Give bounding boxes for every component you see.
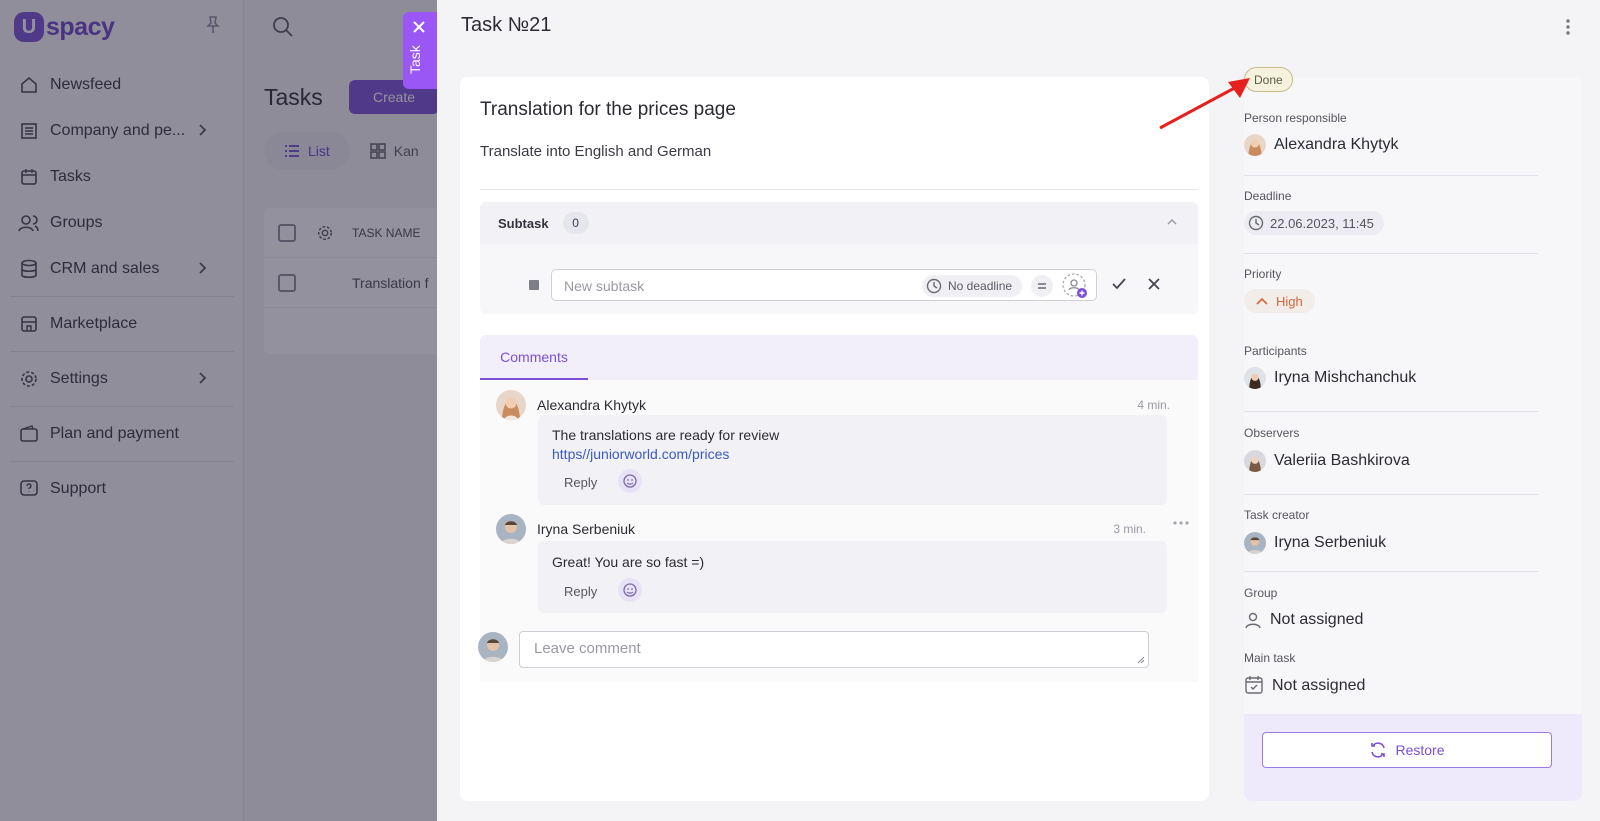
- field-label: Observers: [1244, 426, 1300, 440]
- avatar[interactable]: [496, 514, 526, 544]
- divider: [1244, 571, 1538, 572]
- task-content-card: Translation for the prices page Translat…: [460, 77, 1209, 801]
- restore-footer: Restore: [1244, 714, 1582, 801]
- refresh-icon: [1371, 742, 1386, 758]
- avatar[interactable]: [1244, 532, 1266, 554]
- restore-label: Restore: [1395, 742, 1445, 758]
- assign-user-icon[interactable]: [1062, 273, 1088, 299]
- deadline-chip[interactable]: 22.06.2023, 11:45: [1244, 211, 1384, 235]
- comment-author[interactable]: Alexandra Khytyk: [537, 397, 646, 413]
- subtask-label: Subtask: [498, 215, 549, 231]
- divider: [480, 189, 1198, 190]
- field-label: Deadline: [1244, 189, 1292, 203]
- main-task-value[interactable]: Not assigned: [1272, 677, 1365, 695]
- chevron-up-icon[interactable]: [1166, 218, 1178, 226]
- current-user-avatar: [478, 632, 508, 662]
- field-label: Participants: [1244, 344, 1307, 358]
- new-subtask-row: No deadline: [480, 269, 1198, 301]
- divider: [1244, 411, 1538, 412]
- task-tab-label: Task: [407, 45, 423, 74]
- field-label: Task creator: [1244, 508, 1310, 522]
- avatar[interactable]: [496, 390, 526, 420]
- priority-equal-icon[interactable]: [1031, 275, 1053, 297]
- divider: [1244, 494, 1538, 495]
- comment-box: [519, 631, 1149, 668]
- priority-value: High: [1276, 293, 1303, 309]
- priority-chip[interactable]: High: [1244, 289, 1315, 313]
- group-value[interactable]: Not assigned: [1270, 611, 1363, 629]
- drag-handle-icon: [529, 280, 539, 290]
- tab-comments[interactable]: Comments: [480, 335, 588, 380]
- restore-button[interactable]: Restore: [1262, 732, 1552, 768]
- check-icon[interactable]: [1111, 277, 1127, 291]
- clock-icon: [926, 278, 942, 294]
- add-reaction-icon[interactable]: [618, 578, 642, 602]
- resize-handle-icon[interactable]: [1137, 656, 1145, 664]
- clock-icon: [1248, 215, 1264, 231]
- new-subtask-input[interactable]: [564, 276, 904, 296]
- more-menu-icon[interactable]: [1565, 18, 1571, 36]
- avatar[interactable]: [1244, 450, 1266, 472]
- comment-bubble: Great! You are so fast =) Reply: [538, 541, 1167, 613]
- task-info-panel: Done Person responsible Alexandra Khytyk…: [1244, 67, 1582, 801]
- participants-value[interactable]: Iryna Mishchanchuk: [1274, 369, 1416, 387]
- comment-author[interactable]: Iryna Serbeniuk: [537, 521, 635, 537]
- comment-item: Alexandra Khytyk 4 min. The translations…: [480, 380, 1198, 506]
- comment-time: 3 min.: [1113, 522, 1146, 536]
- person-responsible-value[interactable]: Alexandra Khytyk: [1274, 136, 1399, 154]
- close-icon[interactable]: [412, 20, 426, 34]
- subtask-count: 0: [562, 212, 589, 234]
- observers-value[interactable]: Valeriia Bashkirova: [1274, 452, 1410, 470]
- comment-text: The translations are ready for review: [552, 427, 780, 443]
- avatar[interactable]: [1244, 134, 1266, 156]
- panel-header: Task №21: [437, 0, 1600, 53]
- field-label: Group: [1244, 586, 1278, 600]
- annotation-arrow-icon: [1159, 78, 1250, 130]
- task-side-tab[interactable]: Task: [403, 12, 437, 89]
- field-label: Main task: [1244, 651, 1296, 665]
- user-icon: [1244, 611, 1262, 629]
- subtask-section: Subtask 0 No deadline: [480, 202, 1198, 314]
- avatar[interactable]: [1244, 367, 1266, 389]
- subtask-deadline-chip[interactable]: No deadline: [922, 275, 1023, 297]
- close-icon[interactable]: [1147, 277, 1161, 291]
- task-panel: Task №21 Translation for the prices page…: [437, 0, 1600, 821]
- comment-time: 4 min.: [1137, 398, 1170, 412]
- task-description[interactable]: Translate into English and German: [480, 143, 711, 160]
- new-subtask-field: No deadline: [551, 269, 1097, 301]
- leave-comment-input[interactable]: [534, 640, 1124, 662]
- reply-button[interactable]: Reply: [564, 475, 597, 490]
- chevron-up-icon: [1256, 297, 1268, 305]
- deadline-value: 22.06.2023, 11:45: [1270, 215, 1374, 231]
- task-name[interactable]: Translation for the prices page: [480, 99, 736, 121]
- comment-link[interactable]: https//juniorworld.com/prices: [552, 446, 729, 462]
- comment-bubble: The translations are ready for review ht…: [538, 415, 1167, 505]
- divider: [1244, 253, 1538, 254]
- divider: [1244, 175, 1538, 176]
- comment-item: Iryna Serbeniuk 3 min. Great! You are so…: [480, 504, 1198, 614]
- comment-text: Great! You are so fast =): [552, 554, 705, 570]
- task-creator-value[interactable]: Iryna Serbeniuk: [1274, 534, 1386, 552]
- subtask-header[interactable]: Subtask 0: [480, 202, 1198, 244]
- comments-header: Comments: [480, 335, 1198, 380]
- deadline-label: No deadline: [948, 279, 1013, 293]
- comment-menu-icon[interactable]: [1172, 520, 1190, 526]
- panel-title: Task №21: [461, 14, 552, 36]
- calendar-check-icon: [1244, 675, 1264, 695]
- add-reaction-icon[interactable]: [618, 469, 642, 493]
- field-label: Priority: [1244, 267, 1282, 281]
- reply-button[interactable]: Reply: [564, 584, 597, 599]
